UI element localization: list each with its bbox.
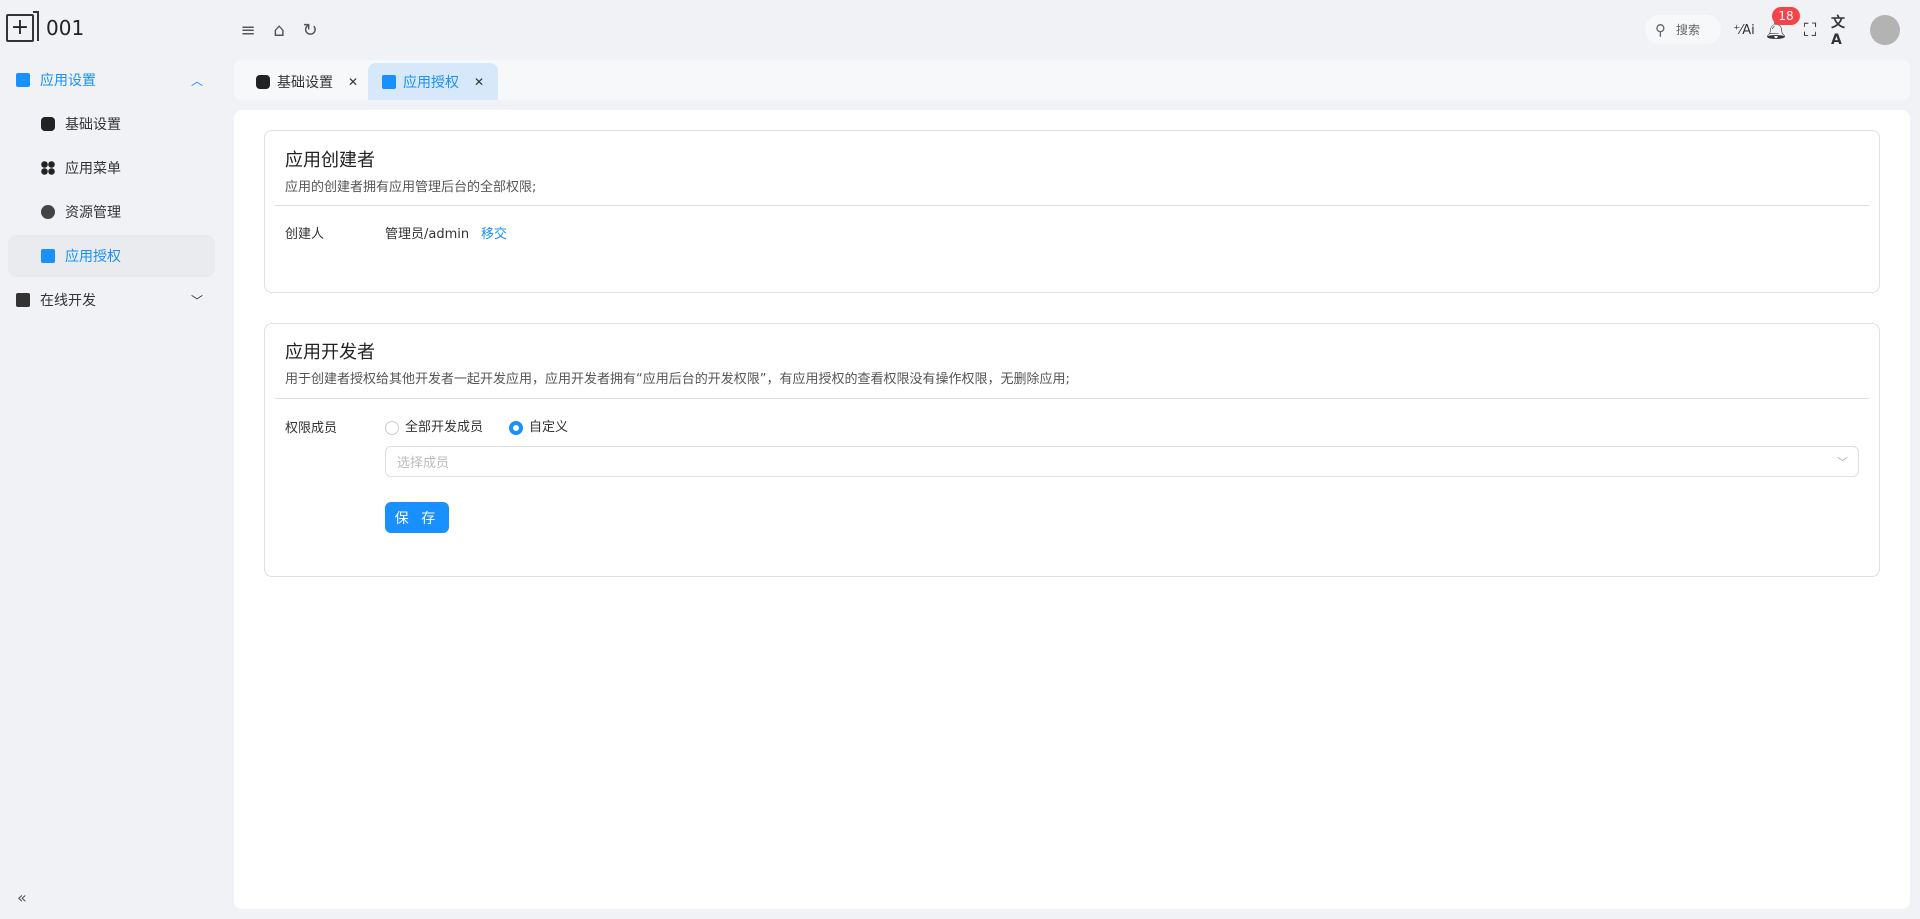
members-label: 权限成员 xyxy=(285,421,338,436)
transfer-link[interactable]: 移交 xyxy=(481,223,507,242)
radio-label: 自定义 xyxy=(529,420,569,435)
sidebar-item-app-auth[interactable]: 应用授权 xyxy=(8,235,215,277)
avatar[interactable] xyxy=(1870,15,1900,45)
sidebar-item-resources[interactable]: 资源管理 xyxy=(8,191,215,233)
translate-icon[interactable]: 文A xyxy=(1831,15,1855,48)
fullscreen-icon[interactable]: ⛶ xyxy=(1798,18,1822,42)
sidebar-group-label: 在线开发 xyxy=(40,293,96,309)
home-icon[interactable]: ⌂ xyxy=(267,18,291,42)
close-icon[interactable]: ✕ xyxy=(474,75,484,89)
sidebar-item-label: 资源管理 xyxy=(65,205,121,221)
creator-value: 管理员/admin xyxy=(385,227,470,242)
toggle-icon xyxy=(256,74,270,89)
menu-grid-icon xyxy=(41,161,55,175)
tab-app-auth[interactable]: 应用授权 ✕ xyxy=(368,63,499,100)
radio-unchecked[interactable] xyxy=(385,420,399,435)
sidebar-item-basic-settings[interactable]: 基础设置 xyxy=(8,103,215,145)
sidebar-group-label: 应用设置 xyxy=(40,73,96,89)
logo-icon: + xyxy=(6,11,39,42)
ai-icon[interactable]: ⁺⁄Ai xyxy=(1732,18,1756,42)
notification-badge: 18 xyxy=(1772,7,1800,25)
app-auth-icon xyxy=(41,249,55,263)
sidebar-item-app-menu[interactable]: 应用菜单 xyxy=(8,147,215,189)
card-description: 用于创建者授权给其他开发者一起开发应用，应用开发者拥有“应用后台的开发权限”，有… xyxy=(285,372,1070,387)
card-title: 应用开发者 xyxy=(285,342,375,363)
search-button[interactable]: ⚲ 搜索 xyxy=(1645,15,1721,44)
sidebar-group-online-dev[interactable]: 在线开发 ﹀ xyxy=(8,279,215,321)
sidebar-item-label: 应用菜单 xyxy=(65,161,121,177)
chevron-down-icon: ﹀ xyxy=(190,293,203,308)
member-select[interactable]: 选择成员 ﹀ xyxy=(385,446,1859,477)
terminal-icon xyxy=(16,293,30,307)
app-settings-icon xyxy=(16,73,30,87)
chevron-down-icon: ﹀ xyxy=(1837,455,1848,469)
refresh-icon[interactable]: ↻ xyxy=(298,18,322,42)
radio-checked[interactable] xyxy=(509,420,523,435)
cube-icon xyxy=(41,205,55,219)
chevron-up-icon: ︿ xyxy=(190,73,203,88)
search-icon: ⚲ xyxy=(1655,20,1666,39)
save-button[interactable]: 保 存 xyxy=(385,502,449,533)
app-logo: + 001 xyxy=(6,11,85,42)
creator-card: 应用创建者 应用的创建者拥有应用管理后台的全部权限; 创建人 管理员/admin… xyxy=(264,130,1880,293)
tab-label: 基础设置 xyxy=(277,74,333,91)
search-label: 搜索 xyxy=(1676,23,1701,37)
radio-custom[interactable]: 自定义 xyxy=(509,416,568,435)
tab-label: 应用授权 xyxy=(403,74,459,91)
tab-basic-settings[interactable]: 基础设置 ✕ xyxy=(242,63,372,100)
radio-label: 全部开发成员 xyxy=(405,420,484,435)
developer-card: 应用开发者 用于创建者授权给其他开发者一起开发应用，应用开发者拥有“应用后台的开… xyxy=(264,323,1880,577)
collapse-sidebar-icon[interactable]: « xyxy=(17,888,27,907)
toggle-icon xyxy=(41,117,55,131)
creator-label: 创建人 xyxy=(285,227,325,242)
sidebar-group-app-settings[interactable]: 应用设置 ︿ xyxy=(8,59,215,101)
menu-toggle-icon[interactable]: ≡ xyxy=(236,18,260,42)
divider xyxy=(275,398,1869,399)
card-title: 应用创建者 xyxy=(285,150,375,171)
sidebar-item-label: 应用授权 xyxy=(65,249,121,265)
card-description: 应用的创建者拥有应用管理后台的全部权限; xyxy=(285,180,537,195)
divider xyxy=(275,205,1869,206)
tab-bar: 基础设置 ✕ 应用授权 ✕ xyxy=(234,60,1910,100)
sidebar-item-label: 基础设置 xyxy=(65,117,121,133)
app-name: 001 xyxy=(46,16,85,40)
radio-all-members[interactable]: 全部开发成员 xyxy=(385,416,483,435)
close-icon[interactable]: ✕ xyxy=(348,75,358,89)
select-placeholder: 选择成员 xyxy=(397,456,450,471)
content-panel: 应用创建者 应用的创建者拥有应用管理后台的全部权限; 创建人 管理员/admin… xyxy=(234,110,1910,909)
app-auth-icon xyxy=(382,74,396,89)
